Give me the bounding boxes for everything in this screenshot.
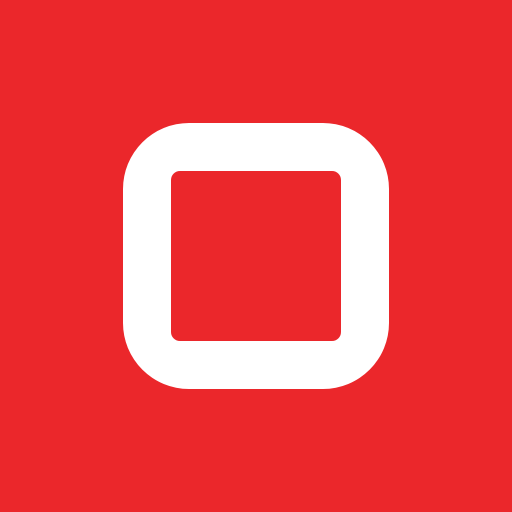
app-icon-canvas [0, 0, 512, 512]
icon-background [0, 0, 512, 512]
app-icon [0, 0, 512, 512]
